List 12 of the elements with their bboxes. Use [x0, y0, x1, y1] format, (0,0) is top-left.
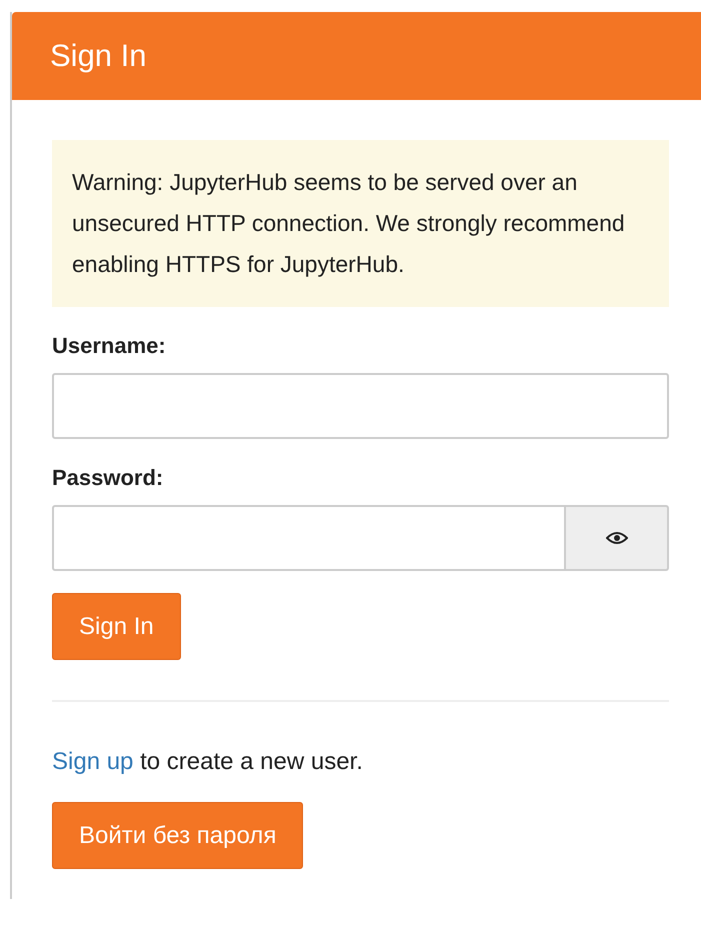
- passwordless-login-button[interactable]: Войти без пароля: [52, 802, 304, 869]
- warning-message: Warning: JupyterHub seems to be served over an unsecured HTTP connection. We strongly recommend enabling HTTPS for JupyterHub.: [52, 140, 669, 307]
- username-label: Username:: [52, 333, 166, 359]
- sign-in-button[interactable]: Sign In: [52, 593, 181, 660]
- card-title: Sign In: [50, 38, 147, 74]
- eye-icon: [606, 531, 628, 545]
- sign-up-link[interactable]: Sign up: [52, 748, 134, 775]
- username-field[interactable]: [52, 373, 669, 439]
- show-password-button[interactable]: [566, 505, 669, 571]
- password-label: Password:: [52, 465, 164, 491]
- signup-message: Sign up to create a new user.: [52, 748, 363, 776]
- password-field[interactable]: [52, 505, 566, 571]
